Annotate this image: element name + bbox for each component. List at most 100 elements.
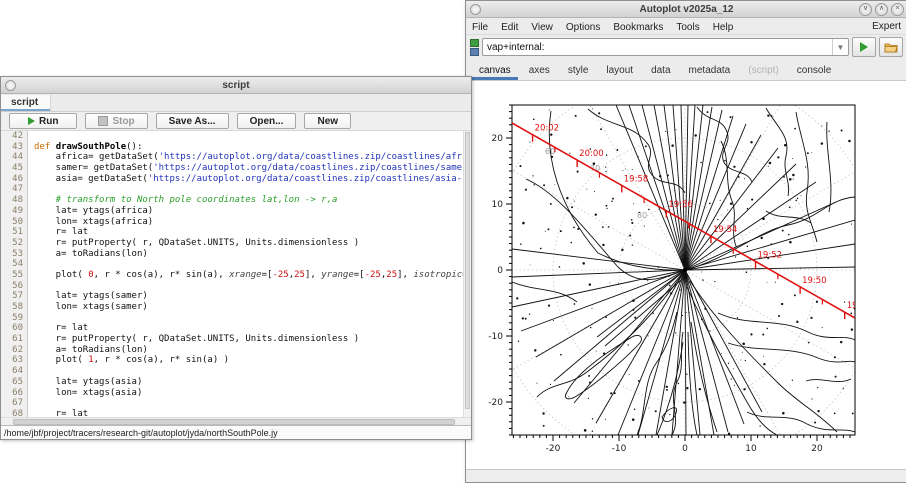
script-status-path: /home/jbf/project/tracers/research-git/a…: [1, 425, 471, 439]
line-number: 64: [1, 366, 27, 377]
code-editor[interactable]: 4243444546474849505152535455565758596061…: [1, 131, 471, 417]
line-number: 67: [1, 398, 27, 409]
line-number: 50: [1, 217, 27, 228]
close-button[interactable]: ×: [891, 3, 904, 16]
tab-layout[interactable]: layout: [597, 62, 642, 80]
run-button[interactable]: Run: [9, 113, 77, 129]
run-icon: [28, 117, 35, 125]
script-titlebar[interactable]: script: [1, 77, 471, 94]
line-number: 57: [1, 291, 27, 302]
line-number: 62: [1, 345, 27, 356]
tab-axes[interactable]: axes: [520, 62, 559, 80]
uri-input[interactable]: vap+internal:: [483, 42, 832, 53]
script-window-title: script: [1, 80, 471, 91]
code-line: a= toRadians(lon): [28, 345, 471, 356]
tab-script[interactable]: (script): [739, 62, 788, 80]
code-line: r= lat: [28, 409, 471, 417]
code-line: lat= ytags(samer): [28, 291, 471, 302]
new-button[interactable]: New: [304, 113, 351, 129]
plot-canvas[interactable]: 807060-20-1001020-20-100102020:0220:0019…: [466, 81, 906, 469]
code-line: [28, 313, 471, 324]
autoplot-menubar: File Edit View Options Bookmarks Tools Help Ex…: [466, 18, 906, 35]
code-line: [28, 398, 471, 409]
autoplot-tabrow: canvasaxesstylelayoutdatametadata(script…: [466, 59, 906, 81]
stop-button[interactable]: Stop: [85, 113, 147, 129]
code-line: plot( 0, r * cos(a), r* sin(a), xrange=[…: [28, 270, 471, 281]
line-number: 54: [1, 259, 27, 270]
svg-text:-20: -20: [488, 398, 503, 408]
open-button[interactable]: Open...: [237, 113, 297, 129]
menu-item-bookmarks[interactable]: Bookmarks: [613, 22, 663, 33]
tab-style[interactable]: style: [559, 62, 598, 80]
svg-text:19:50: 19:50: [802, 276, 827, 286]
code-line: r= lat: [28, 227, 471, 238]
line-number: 66: [1, 388, 27, 399]
line-number-gutter: 4243444546474849505152535455565758596061…: [1, 131, 28, 417]
line-number: 60: [1, 323, 27, 334]
line-number: 42: [1, 131, 27, 142]
line-number: 59: [1, 313, 27, 324]
axis-tick-labels: -20-1001020-20-1001020: [488, 134, 823, 454]
line-number: 43: [1, 142, 27, 153]
vertical-scrollbar[interactable]: [463, 131, 471, 417]
code-line: lon= xtags(africa): [28, 217, 471, 228]
line-number: 55: [1, 270, 27, 281]
line-number: 58: [1, 302, 27, 313]
menu-item-file[interactable]: File: [472, 22, 488, 33]
code-line: lon= xtags(samer): [28, 302, 471, 313]
tab-canvas[interactable]: canvas: [470, 62, 520, 80]
expert-menu[interactable]: Expert: [872, 21, 901, 32]
menu-item-tools[interactable]: Tools: [676, 22, 699, 33]
plot-svg: 807060-20-1001020-20-100102020:0220:0019…: [466, 81, 905, 468]
open-file-button[interactable]: [879, 37, 903, 57]
svg-text:-10: -10: [612, 444, 627, 454]
minimize-button[interactable]: ∨: [859, 3, 872, 16]
tab-data[interactable]: data: [642, 62, 679, 80]
menu-item-options[interactable]: Options: [566, 22, 600, 33]
svg-text:20: 20: [492, 134, 504, 144]
svg-text:19:54: 19:54: [713, 225, 738, 235]
menu-item-help[interactable]: Help: [713, 22, 734, 33]
code-line: asia= getDataSet('https://autoplot.org/d…: [28, 174, 471, 185]
menu-item-view[interactable]: View: [531, 22, 553, 33]
datasource-type-icon: [470, 39, 479, 56]
go-button[interactable]: [852, 37, 876, 57]
code-line: [28, 184, 471, 195]
script-toolbar: Run Stop Save As... Open... New: [1, 112, 471, 131]
svg-text:20:02: 20:02: [535, 124, 560, 134]
script-window: script script Run Stop Save As... Open..…: [0, 76, 472, 440]
svg-text:80: 80: [637, 211, 647, 220]
code-line: [28, 259, 471, 270]
save-as-button[interactable]: Save As...: [156, 113, 229, 129]
code-line: # transform to North pole coordinates la…: [28, 195, 471, 206]
svg-text:20:00: 20:00: [579, 149, 604, 159]
svg-text:19:58: 19:58: [624, 174, 649, 184]
tab-metadata[interactable]: metadata: [680, 62, 740, 80]
tab-script[interactable]: script: [1, 95, 51, 111]
svg-text:19:56: 19:56: [668, 200, 693, 210]
svg-text:19:52: 19:52: [758, 250, 783, 260]
code-line: lat= ytags(africa): [28, 206, 471, 217]
svg-text:0: 0: [682, 444, 688, 454]
chevron-down-icon[interactable]: ▼: [832, 39, 848, 55]
address-row: vap+internal: ▼: [466, 35, 906, 59]
tab-console[interactable]: console: [788, 62, 840, 80]
maximize-button[interactable]: ∧: [875, 3, 888, 16]
autoplot-window: Autoplot v2025a_12 ∨ ∧ × File Edit View Opt…: [465, 0, 906, 483]
code-line: [28, 281, 471, 292]
uri-combobox[interactable]: vap+internal: ▼: [482, 38, 849, 56]
script-tabrow: script: [1, 94, 471, 112]
line-number: 63: [1, 355, 27, 366]
horizontal-scrollbar[interactable]: [1, 417, 471, 425]
autoplot-titlebar[interactable]: Autoplot v2025a_12 ∨ ∧ ×: [466, 1, 906, 18]
code-line: plot( 1, r * cos(a), r* sin(a) ): [28, 355, 471, 366]
line-number: 53: [1, 249, 27, 260]
spacecraft-track: 20:0220:0019:5819:5619:5419:5219:5019:48: [512, 123, 871, 319]
line-number: 65: [1, 377, 27, 388]
code-line: [28, 366, 471, 377]
line-number: 47: [1, 184, 27, 195]
line-number: 44: [1, 152, 27, 163]
line-number: 51: [1, 227, 27, 238]
line-number: 46: [1, 174, 27, 185]
menu-item-edit[interactable]: Edit: [501, 22, 518, 33]
